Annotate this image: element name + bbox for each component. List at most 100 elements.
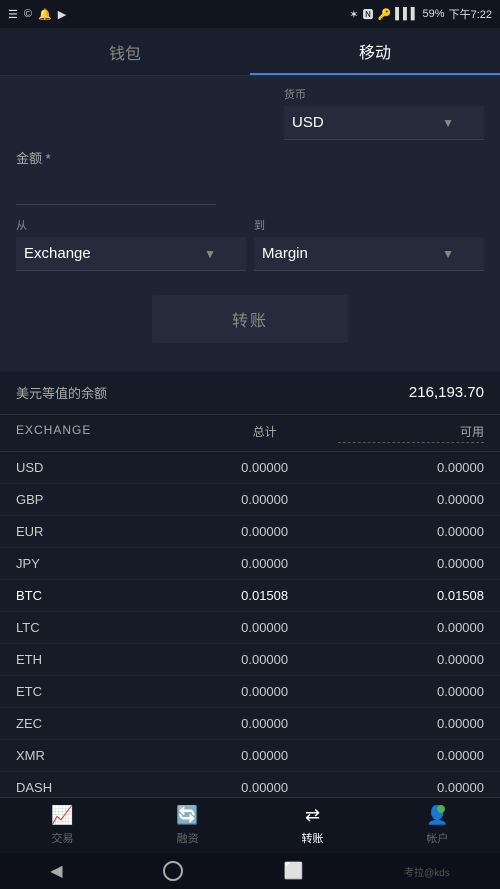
nfc-icon: 🅽 [362, 6, 373, 22]
nav-fund[interactable]: 🔄 融资 [176, 805, 198, 846]
system-nav: ◀ ⬜ 考拉@kds [0, 853, 500, 889]
total-header: 总计 [192, 423, 338, 443]
to-group: 到 Margin ▼ [254, 217, 484, 271]
to-select[interactable]: Margin ▼ [254, 237, 484, 271]
amount-row: 金额 * [16, 148, 484, 205]
cell-total: 0.00000 [192, 524, 338, 539]
cell-total: 0.00000 [192, 748, 338, 763]
cell-available: 0.00000 [338, 748, 484, 763]
cell-total: 0.01508 [192, 588, 338, 603]
table-row: JPY 0.00000 0.00000 [0, 548, 500, 580]
transfer-button[interactable]: 转账 [152, 295, 348, 343]
signal-icon: ▌▌▌ [395, 8, 418, 20]
top-tabs: 钱包 移动 [0, 28, 500, 76]
cell-total: 0.00000 [192, 652, 338, 667]
app-icon: © [24, 8, 32, 20]
from-value: Exchange [24, 245, 91, 262]
to-label: 到 [254, 217, 484, 233]
cell-total: 0.00000 [192, 556, 338, 571]
back-button[interactable]: ◀ [50, 861, 62, 881]
balance-label: 美元等值的余额 [16, 383, 107, 402]
cell-available: 0.00000 [338, 524, 484, 539]
recents-button[interactable]: ⬜ [284, 861, 304, 881]
table-row: ETC 0.00000 0.00000 [0, 676, 500, 708]
cell-available: 0.00000 [338, 716, 484, 731]
cell-currency: ETC [16, 684, 192, 699]
chevron-down-icon: ▼ [442, 116, 454, 130]
table-header: EXCHANGE 总计 可用 [0, 415, 500, 452]
table-row: LTC 0.00000 0.00000 [0, 612, 500, 644]
key-icon: 🔑 [377, 8, 391, 21]
available-header: 可用 [338, 423, 484, 443]
currency-select[interactable]: USD ▼ [284, 106, 484, 140]
nav-trade-label: 交易 [52, 830, 74, 846]
table-row: GBP 0.00000 0.00000 [0, 484, 500, 516]
battery-value: 59% [423, 8, 445, 20]
time-display: 下午7:22 [449, 6, 492, 22]
cell-currency: LTC [16, 620, 192, 635]
cell-total: 0.00000 [192, 460, 338, 475]
currency-label: 货币 [284, 86, 484, 102]
cell-available: 0.00000 [338, 620, 484, 635]
cell-currency: ZEC [16, 716, 192, 731]
nav-trade[interactable]: 📈 交易 [51, 805, 73, 846]
transfer-btn-row: 转账 [16, 287, 484, 355]
nav-transfer[interactable]: ⇄ 转账 [302, 805, 324, 846]
online-indicator [437, 805, 445, 813]
table-row: ETH 0.00000 0.00000 [0, 644, 500, 676]
cell-total: 0.00000 [192, 684, 338, 699]
transfer-icon: ⇄ [305, 805, 320, 826]
cell-available: 0.00000 [338, 492, 484, 507]
cell-currency: DASH [16, 780, 192, 795]
tab-transfer[interactable]: 移动 [250, 28, 500, 75]
cell-available: 0.00000 [338, 780, 484, 795]
cell-currency: ETH [16, 652, 192, 667]
cell-available: 0.00000 [338, 684, 484, 699]
form-section: 货币 USD ▼ 金额 * 从 Exchange ▼ 到 Margin ▼ [0, 76, 500, 371]
nav-transfer-label: 转账 [302, 830, 324, 846]
balance-value: 216,193.70 [409, 384, 484, 401]
table-rows: USD 0.00000 0.00000 GBP 0.00000 0.00000 … [0, 452, 500, 836]
from-select[interactable]: Exchange ▼ [16, 237, 246, 271]
to-value: Margin [262, 245, 308, 262]
play-icon: ▶ [58, 8, 66, 21]
nav-fund-label: 融资 [177, 830, 199, 846]
from-group: 从 Exchange ▼ [16, 217, 246, 271]
bottom-nav: 📈 交易 🔄 融资 ⇄ 转账 👤 帐户 [0, 797, 500, 853]
notification-icon: 🔔 [38, 8, 52, 21]
chevron-down-icon: ▼ [442, 247, 454, 261]
table-section: EXCHANGE 总计 可用 USD 0.00000 0.00000 GBP 0… [0, 415, 500, 836]
table-row: USD 0.00000 0.00000 [0, 452, 500, 484]
cell-currency: EUR [16, 524, 192, 539]
cell-currency: JPY [16, 556, 192, 571]
status-bar: ☰ © 🔔 ▶ ✶ 🅽 🔑 ▌▌▌ 59% 下午7:22 [0, 0, 500, 28]
menu-icon: ☰ [8, 8, 18, 21]
cell-currency: XMR [16, 748, 192, 763]
fund-icon: 🔄 [176, 805, 198, 826]
status-right: ✶ 🅽 🔑 ▌▌▌ 59% 下午7:22 [349, 6, 492, 22]
cell-available: 0.00000 [338, 556, 484, 571]
cell-total: 0.00000 [192, 620, 338, 635]
table-row: BTC 0.01508 0.01508 [0, 580, 500, 612]
exchange-label: EXCHANGE [16, 423, 192, 443]
currency-field-group: 货币 USD ▼ [284, 86, 484, 140]
chevron-down-icon: ▼ [204, 247, 216, 261]
tab-wallet[interactable]: 钱包 [0, 28, 250, 75]
cell-total: 0.00000 [192, 492, 338, 507]
from-to-row: 从 Exchange ▼ 到 Margin ▼ [16, 217, 484, 271]
amount-input[interactable] [16, 171, 216, 205]
currency-row: 货币 USD ▼ [16, 86, 484, 140]
cell-currency: GBP [16, 492, 192, 507]
home-button[interactable] [163, 861, 183, 881]
status-left-icons: ☰ © 🔔 ▶ [8, 8, 66, 21]
nav-account-label: 帐户 [426, 830, 448, 846]
table-row: EUR 0.00000 0.00000 [0, 516, 500, 548]
balance-section: 美元等值的余额 216,193.70 [0, 371, 500, 415]
trade-icon: 📈 [51, 805, 73, 826]
cell-currency: USD [16, 460, 192, 475]
amount-label: 金额 * [16, 148, 484, 167]
table-row: ZEC 0.00000 0.00000 [0, 708, 500, 740]
from-label: 从 [16, 217, 246, 233]
table-row: XMR 0.00000 0.00000 [0, 740, 500, 772]
nav-account[interactable]: 👤 帐户 [426, 805, 448, 846]
